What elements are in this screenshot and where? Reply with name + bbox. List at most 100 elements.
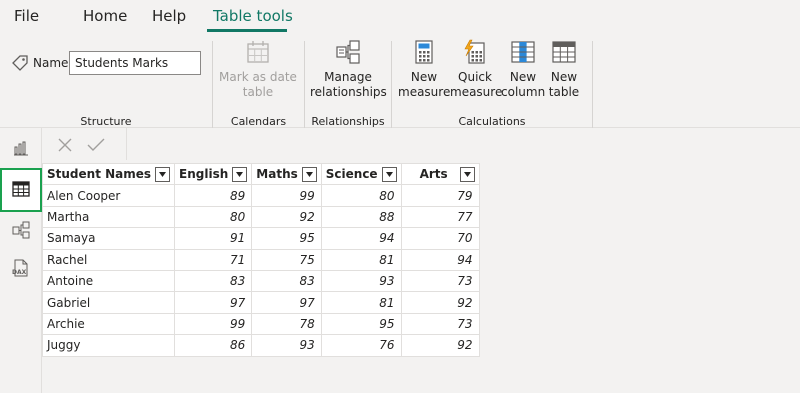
cell-science[interactable]: 93: [320, 269, 402, 293]
new-table-icon: [551, 39, 577, 65]
cell-maths[interactable]: 97: [251, 291, 322, 314]
svg-text:DAX: DAX: [12, 269, 27, 276]
cell-english[interactable]: 71: [174, 248, 253, 271]
column-header-student-names[interactable]: Student Names: [41, 162, 176, 186]
formula-bar: [48, 132, 124, 160]
cell-maths[interactable]: 78: [251, 312, 322, 336]
chevron-down-icon[interactable]: [232, 166, 248, 182]
chevron-down-icon[interactable]: [301, 166, 317, 182]
cell-english[interactable]: 99: [174, 312, 253, 336]
cell-arts[interactable]: 94: [400, 248, 480, 271]
quick-measure-icon: [462, 39, 488, 65]
cell-science[interactable]: 94: [320, 227, 402, 250]
ribbon: Name Structure Mark as date table Calend…: [0, 33, 800, 129]
data-view: Student Names English Maths Science Arts…: [41, 128, 800, 393]
cell-student-name[interactable]: Rachel: [41, 248, 176, 271]
table-row[interactable]: Martha 80 92 88 77: [41, 205, 480, 229]
cell-english[interactable]: 91: [174, 227, 253, 250]
dax-icon: DAX: [10, 258, 32, 281]
manage-label-2: relationships: [310, 85, 387, 99]
cell-student-name[interactable]: Samaya: [41, 227, 176, 250]
column-header-maths[interactable]: Maths: [251, 162, 322, 186]
cell-student-name[interactable]: Gabriel: [41, 291, 176, 314]
new-table-button[interactable]: New table: [545, 39, 583, 100]
menu-help[interactable]: Help: [152, 7, 186, 25]
cell-student-name[interactable]: Alen Cooper: [41, 184, 176, 207]
cell-arts[interactable]: 79: [400, 184, 480, 207]
tag-icon: [11, 54, 29, 75]
cell-maths[interactable]: 99: [251, 184, 322, 207]
calculator-icon: [411, 39, 437, 65]
bar-chart-icon: [12, 139, 30, 160]
manage-relationships-button[interactable]: Manage relationships: [310, 39, 387, 100]
cell-english[interactable]: 80: [174, 205, 253, 229]
menu-home[interactable]: Home: [83, 7, 127, 25]
dax-query-view-button[interactable]: DAX: [0, 250, 42, 288]
cell-science[interactable]: 95: [320, 312, 402, 336]
cell-maths[interactable]: 83: [251, 269, 322, 293]
column-header-arts[interactable]: Arts: [400, 162, 480, 186]
table-row[interactable]: Alen Cooper 89 99 80 79: [41, 184, 480, 207]
chevron-down-icon[interactable]: [155, 166, 171, 182]
chevron-down-icon[interactable]: [381, 166, 397, 182]
new-column-icon: [510, 39, 536, 65]
cell-arts[interactable]: 92: [400, 291, 480, 314]
cancel-icon[interactable]: [56, 136, 74, 157]
cell-maths[interactable]: 95: [251, 227, 322, 250]
quick-measure-label-2: measure: [450, 85, 503, 99]
model-view-button[interactable]: [0, 212, 42, 250]
cell-maths[interactable]: 92: [251, 205, 322, 229]
table-view-button[interactable]: [0, 168, 42, 212]
menu-file[interactable]: File: [14, 7, 39, 25]
group-label-calculations: Calculations: [458, 115, 526, 128]
cell-english[interactable]: 86: [174, 334, 253, 357]
header-label: Student Names: [47, 167, 152, 182]
view-switcher: DAX: [0, 128, 42, 393]
cell-student-name[interactable]: Antoine: [41, 269, 176, 293]
cell-science[interactable]: 81: [320, 291, 402, 314]
report-view-button[interactable]: [0, 130, 42, 168]
table-row[interactable]: Archie 99 78 95 73: [41, 312, 480, 336]
new-column-button[interactable]: New column: [501, 39, 545, 100]
menu-table-tools[interactable]: Table tools: [213, 7, 293, 25]
column-header-science[interactable]: Science: [320, 162, 402, 186]
table-row[interactable]: Rachel 71 75 81 94: [41, 248, 480, 271]
cell-arts[interactable]: 73: [400, 312, 480, 336]
cell-student-name[interactable]: Martha: [41, 205, 176, 229]
cell-arts[interactable]: 77: [400, 205, 480, 229]
cell-arts[interactable]: 92: [400, 334, 480, 357]
cell-science[interactable]: 88: [320, 205, 402, 229]
new-table-label-1: New: [550, 70, 578, 84]
cell-maths[interactable]: 93: [251, 334, 322, 357]
cell-student-name[interactable]: Archie: [41, 312, 176, 336]
quick-measure-label-1: Quick: [458, 70, 492, 84]
table-row[interactable]: Samaya 91 95 94 70: [41, 227, 480, 250]
cell-maths[interactable]: 75: [251, 248, 322, 271]
commit-check-icon[interactable]: [86, 136, 106, 157]
chevron-down-icon[interactable]: [459, 166, 475, 182]
menu-bar: File Home Help Table tools: [0, 0, 800, 33]
cell-science[interactable]: 81: [320, 248, 402, 271]
header-row: Student Names English Maths Science Arts: [41, 162, 480, 186]
cell-english[interactable]: 89: [174, 184, 253, 207]
cell-english[interactable]: 83: [174, 269, 253, 293]
table-row[interactable]: Juggy 86 93 76 92: [41, 334, 480, 357]
table-icon: [11, 179, 31, 202]
table-row[interactable]: Antoine 83 83 93 73: [41, 269, 480, 293]
cell-student-name[interactable]: Juggy: [41, 334, 176, 357]
cell-arts[interactable]: 73: [400, 269, 480, 293]
column-header-english[interactable]: English: [174, 162, 253, 186]
group-label-calendars: Calendars: [230, 115, 287, 128]
new-column-label-1: New: [509, 70, 537, 84]
cell-arts[interactable]: 70: [400, 227, 480, 250]
cell-science[interactable]: 76: [320, 334, 402, 357]
table-name-input[interactable]: [69, 51, 201, 75]
cell-english[interactable]: 97: [174, 291, 253, 314]
new-measure-button[interactable]: New measure: [398, 39, 450, 100]
group-label-relationships: Relationships: [311, 115, 385, 128]
data-table: Student Names English Maths Science Arts…: [41, 162, 480, 357]
mark-as-date-table-button[interactable]: Mark as date table: [218, 39, 298, 100]
table-row[interactable]: Gabriel 97 97 81 92: [41, 291, 480, 314]
quick-measure-button[interactable]: Quick measure: [450, 39, 503, 100]
cell-science[interactable]: 80: [320, 184, 402, 207]
